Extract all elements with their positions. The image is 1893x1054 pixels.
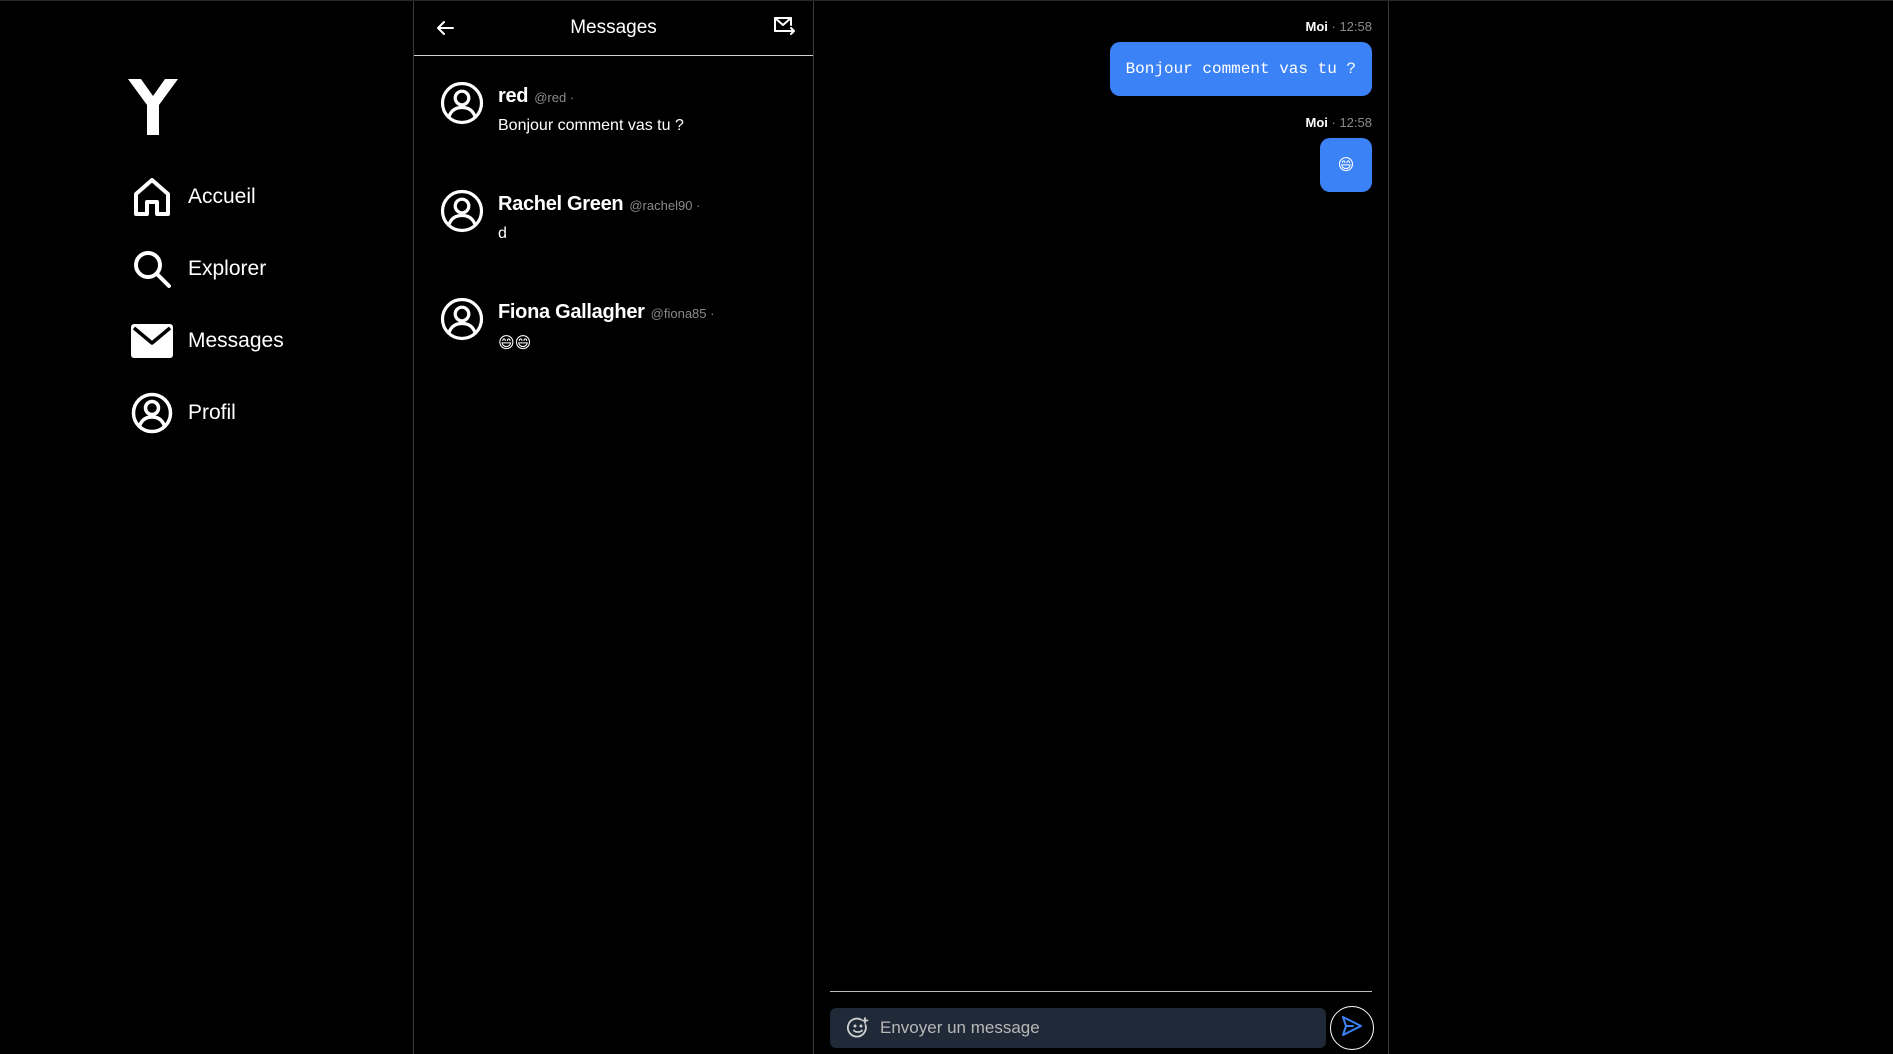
nav-item-explorer[interactable]: Explorer bbox=[130, 243, 266, 295]
message-composer bbox=[830, 1008, 1326, 1048]
new-message-icon[interactable] bbox=[771, 13, 797, 39]
nav-item-profil[interactable]: Profil bbox=[130, 387, 236, 439]
conversation-item[interactable]: Rachel Green @rachel90 · d bbox=[414, 189, 813, 289]
conversations-header: Messages bbox=[414, 1, 813, 56]
send-icon bbox=[1341, 1015, 1363, 1042]
avatar-icon bbox=[440, 189, 484, 233]
conversation-handle: @rachel90 · bbox=[629, 198, 701, 213]
nav-label-accueil: Accueil bbox=[188, 185, 256, 208]
chat-panel: Moi · 12:58 Bonjour comment vas tu ? Moi… bbox=[814, 1, 1389, 1054]
send-button[interactable] bbox=[1330, 1006, 1374, 1050]
mail-icon bbox=[130, 319, 174, 363]
conversation-handle: @fiona85 · bbox=[650, 306, 715, 321]
avatar-icon bbox=[440, 81, 484, 125]
conversation-preview: d bbox=[498, 225, 507, 242]
conversation-name: Fiona Gallagher @fiona85 · bbox=[498, 301, 715, 323]
conversation-item[interactable]: Fiona Gallagher @fiona85 · 😄😄 bbox=[414, 297, 813, 397]
message-bubble: 😄 bbox=[1320, 138, 1372, 192]
nav-label-profil: Profil bbox=[188, 401, 236, 424]
conversations-panel: Messages red @red · Bonjour comment vas t… bbox=[413, 1, 814, 1054]
search-icon bbox=[130, 247, 174, 291]
conversation-item[interactable]: red @red · Bonjour comment vas tu ? bbox=[414, 81, 813, 181]
conversation-preview: 😄😄 bbox=[498, 335, 532, 352]
conversation-handle: @red · bbox=[534, 90, 575, 105]
nav-label-messages: Messages bbox=[188, 329, 284, 352]
message-author: Moi bbox=[1305, 19, 1328, 34]
message-meta: Moi · 12:58 bbox=[1306, 19, 1373, 34]
conversation-name: Rachel Green @rachel90 · bbox=[498, 193, 701, 215]
logo[interactable] bbox=[128, 79, 178, 135]
conversation-name: red @red · bbox=[498, 85, 575, 107]
composer-divider bbox=[830, 991, 1372, 992]
home-icon bbox=[130, 175, 174, 219]
message-time: · 12:58 bbox=[1331, 19, 1372, 34]
app-root: Accueil Explorer Messages Profil Message… bbox=[0, 0, 1893, 1054]
left-navigation: Accueil Explorer Messages Profil bbox=[0, 1, 413, 1054]
back-arrow-icon[interactable] bbox=[432, 15, 458, 41]
emoji-picker-icon[interactable] bbox=[846, 1016, 870, 1040]
message-bubble: Bonjour comment vas tu ? bbox=[1109, 42, 1372, 96]
message-author: Moi bbox=[1305, 115, 1328, 130]
conversation-preview: Bonjour comment vas tu ? bbox=[498, 117, 684, 134]
message-input[interactable] bbox=[880, 1018, 1326, 1038]
user-icon bbox=[130, 391, 174, 435]
conversations-title: Messages bbox=[570, 17, 657, 38]
avatar-icon bbox=[440, 297, 484, 341]
nav-label-explorer: Explorer bbox=[188, 257, 267, 280]
message-time: · 12:58 bbox=[1331, 115, 1372, 130]
message-meta: Moi · 12:58 bbox=[1306, 115, 1373, 130]
nav-item-messages[interactable]: Messages bbox=[130, 315, 284, 367]
nav-item-accueil[interactable]: Accueil bbox=[130, 171, 256, 223]
